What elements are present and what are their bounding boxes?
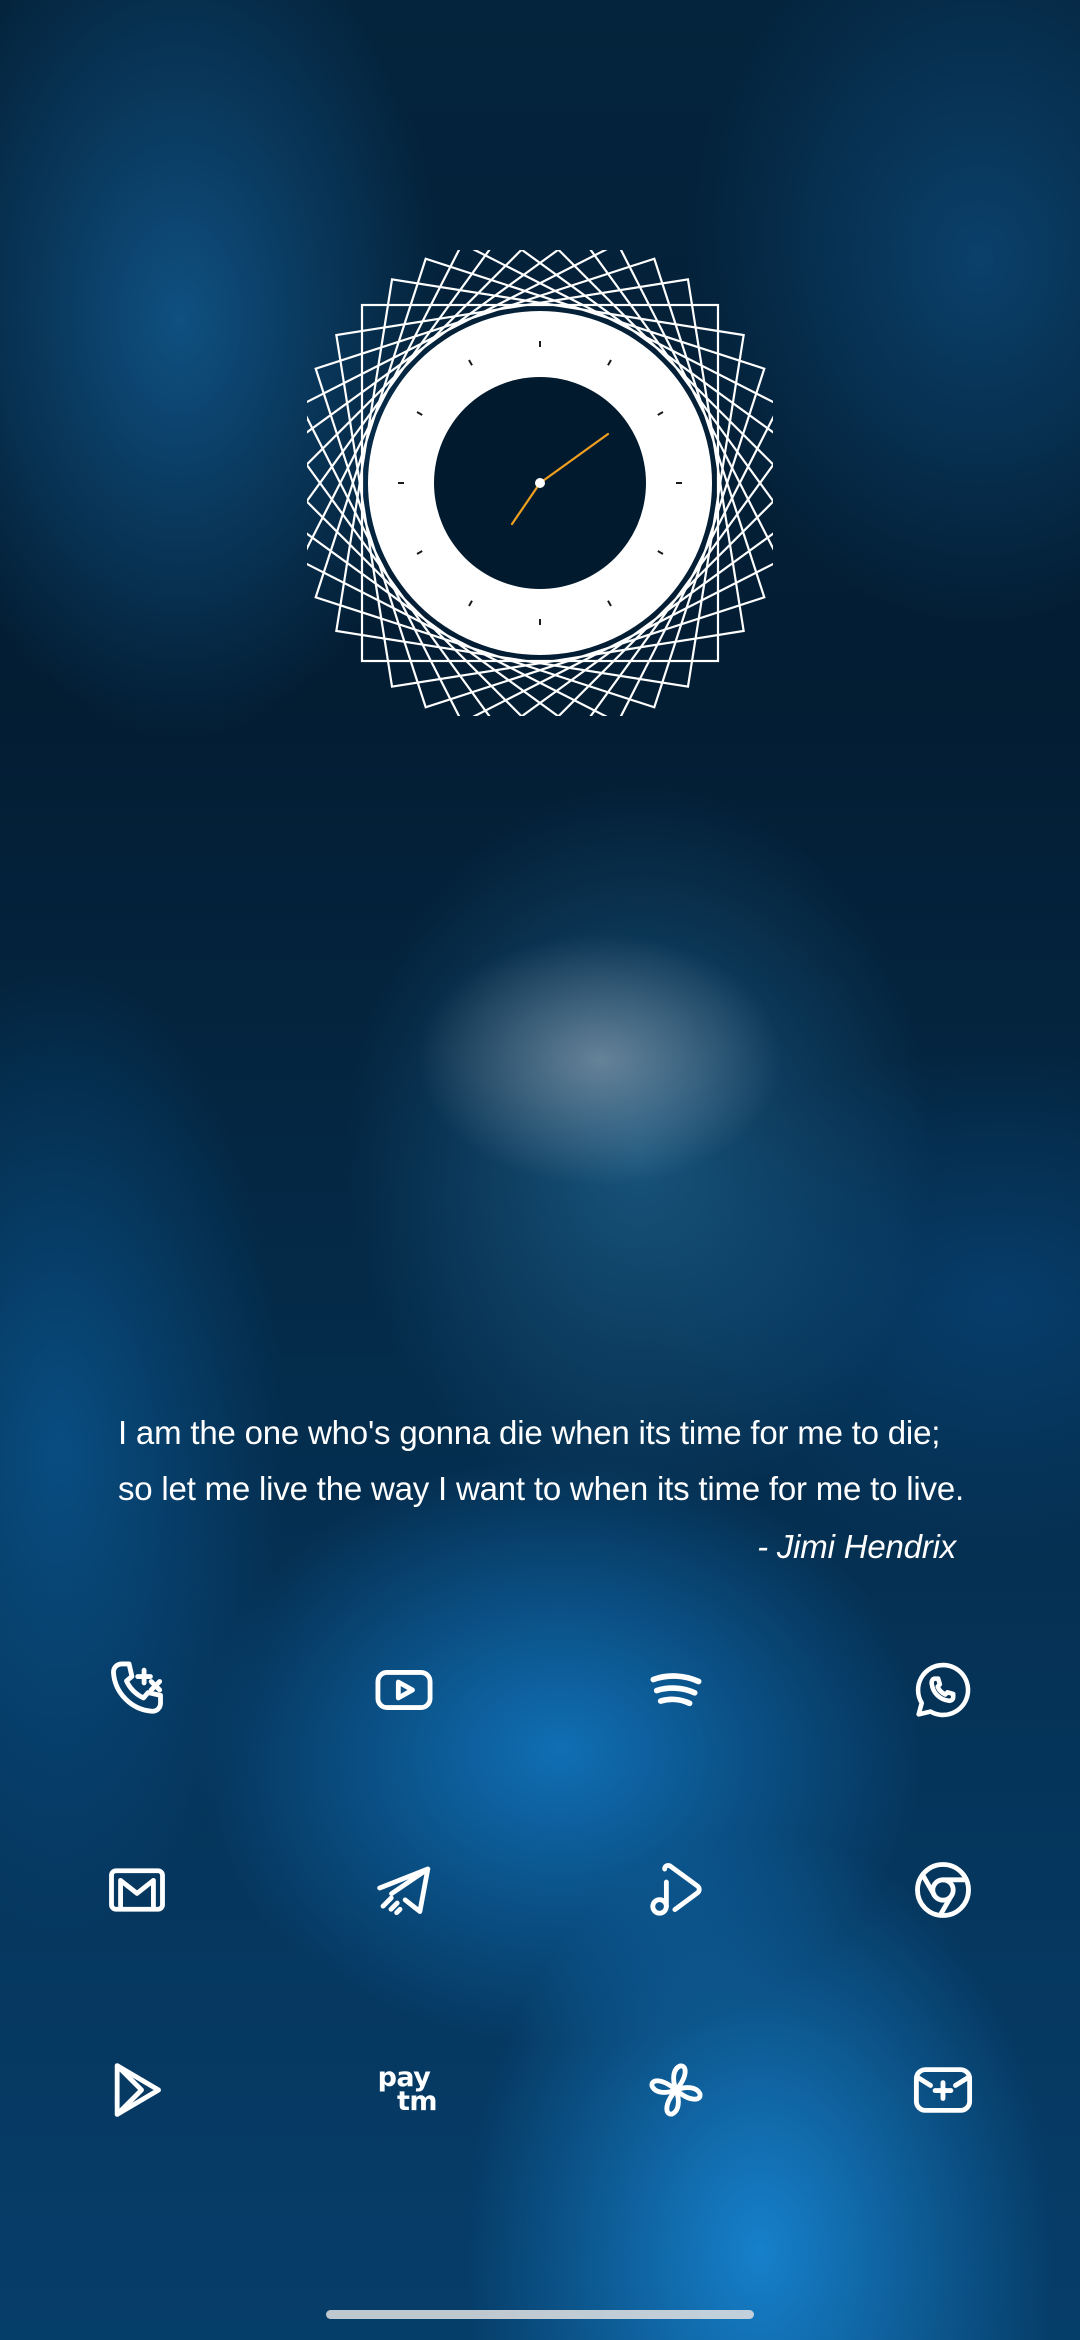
quote-widget[interactable]: I am the one who's gonna die when its ti… — [118, 1405, 964, 1575]
gesture-navigation-bar[interactable] — [326, 2310, 754, 2319]
app-play-store[interactable] — [77, 2030, 197, 2150]
gmail-icon — [109, 1868, 165, 1912]
clock-widget[interactable] — [307, 250, 773, 716]
app-phone[interactable] — [77, 1630, 197, 1750]
play-store-icon — [114, 2063, 161, 2117]
youtube-music-icon — [650, 1863, 702, 1916]
app-youtube[interactable] — [344, 1630, 464, 1750]
app-new-mail[interactable] — [883, 2030, 1003, 2150]
app-gmail[interactable] — [77, 1830, 197, 1950]
app-youtube-music[interactable] — [616, 1830, 736, 1950]
app-pinwheel[interactable] — [616, 2030, 736, 2150]
chrome-icon — [915, 1862, 971, 1918]
spotify-icon — [650, 1673, 702, 1707]
paytm-icon: pay tm — [377, 2062, 438, 2117]
app-telegram[interactable] — [344, 1830, 464, 1950]
phone-icon — [111, 1661, 163, 1714]
app-whatsapp[interactable] — [883, 1630, 1003, 1750]
new-mail-icon — [913, 2067, 973, 2113]
app-chrome[interactable] — [883, 1830, 1003, 1950]
analog-clock — [307, 250, 773, 716]
whatsapp-icon — [915, 1662, 971, 1718]
app-paytm[interactable]: pay tm — [344, 2030, 464, 2150]
app-spotify[interactable] — [616, 1630, 736, 1750]
quote-author: - Jimi Hendrix — [757, 1528, 956, 1565]
telegram-icon — [377, 1866, 431, 1916]
quote-line-1: I am the one who's gonna die when its ti… — [118, 1414, 941, 1451]
youtube-icon — [375, 1670, 433, 1710]
pinwheel-icon — [649, 2063, 703, 2117]
clock-pivot — [535, 478, 545, 488]
app-grid: pay tm — [0, 1590, 1080, 2117]
quote-line-2: so let me live the way I want to when it… — [118, 1470, 964, 1507]
